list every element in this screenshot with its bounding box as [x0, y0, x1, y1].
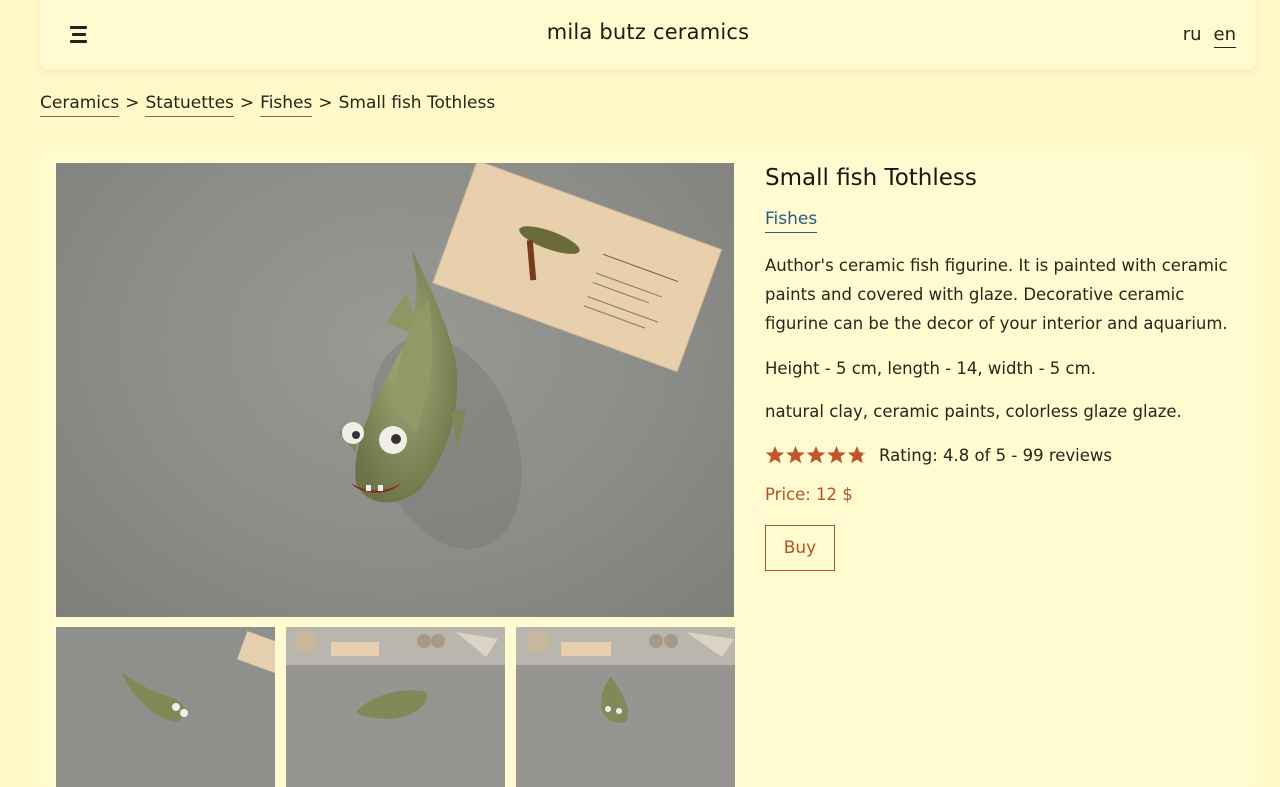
breadcrumb-fishes[interactable]: Fishes — [260, 93, 313, 117]
thumbnail-1[interactable] — [56, 627, 275, 787]
product-price: Price: 12 $ — [765, 485, 853, 504]
breadcrumb-current: Small fish Tothless — [338, 93, 496, 113]
product-title: Small fish Tothless — [765, 165, 977, 191]
buy-button[interactable]: Buy — [765, 525, 835, 571]
breadcrumb-separator: > — [125, 93, 140, 113]
thumbnail-3[interactable] — [516, 627, 735, 787]
lang-ru[interactable]: ru — [1183, 24, 1202, 48]
product-info: Small fish Tothless Fishes Author's cera… — [765, 165, 1240, 571]
site-header: mila butz ceramics ru en — [40, 0, 1256, 70]
product-description: Author's ceramic fish figurine. It is pa… — [765, 256, 1228, 333]
breadcrumb-separator: > — [318, 93, 333, 113]
site-title[interactable]: mila butz ceramics — [40, 20, 1256, 44]
rating-text: Rating: 4.8 of 5 - 99 reviews — [879, 445, 1112, 465]
language-switcher: ru en — [1183, 24, 1236, 48]
breadcrumb: Ceramics > Statuettes > Fishes > Small f… — [40, 93, 495, 117]
product-thumbnails — [56, 627, 735, 787]
rating-stars — [765, 445, 865, 465]
product-dimensions: Height - 5 cm, length - 14, width - 5 cm… — [765, 359, 1096, 378]
category-link[interactable]: Fishes — [765, 209, 818, 233]
rating-row: Rating: 4.8 of 5 - 99 reviews — [765, 445, 1240, 465]
lang-en[interactable]: en — [1213, 24, 1236, 48]
star-rating-icon — [765, 446, 865, 464]
breadcrumb-separator: > — [239, 93, 255, 113]
breadcrumb-statuettes[interactable]: Statuettes — [145, 93, 234, 117]
thumbnail-2[interactable] — [286, 627, 505, 787]
product-main-photo[interactable] — [56, 163, 734, 617]
product-materials: natural clay, ceramic paints, colorless … — [765, 402, 1182, 421]
product-card: Small fish Tothless Fishes Author's cera… — [40, 147, 1256, 787]
breadcrumb-ceramics[interactable]: Ceramics — [40, 93, 120, 117]
